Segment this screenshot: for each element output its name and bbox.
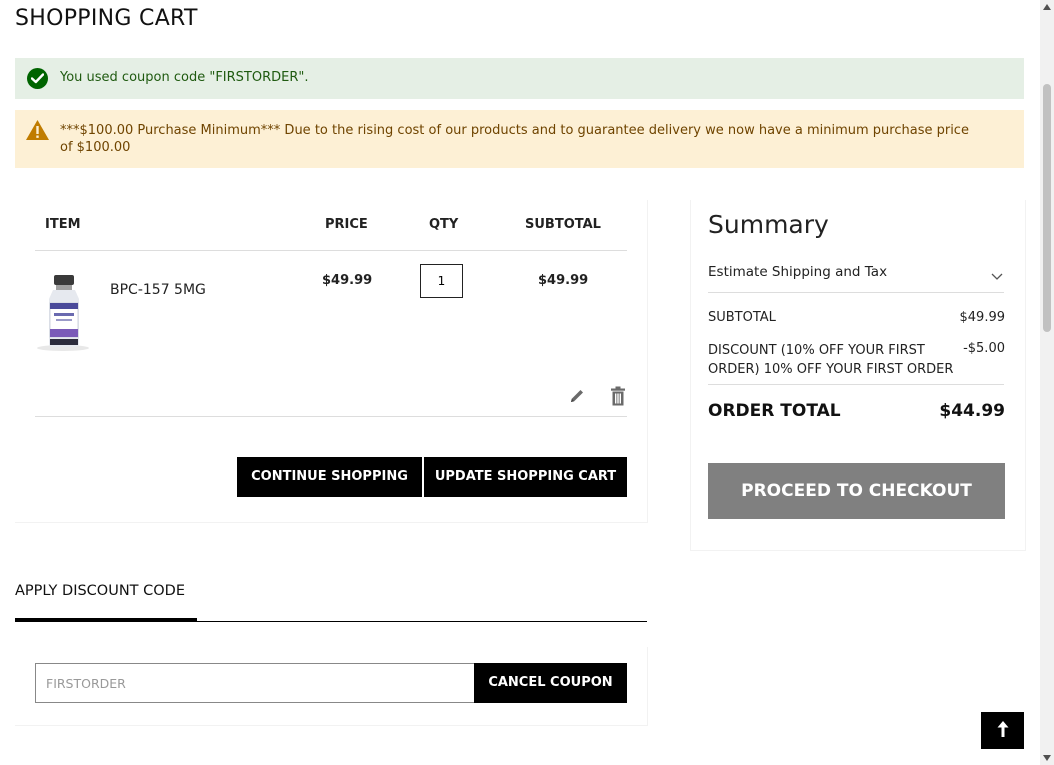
scrollbar[interactable] [1040,0,1054,765]
quantity-input[interactable] [420,264,463,298]
back-to-top-button[interactable] [981,712,1024,749]
update-cart-button[interactable]: UPDATE SHOPPING CART [424,457,627,497]
product-name-link[interactable]: BPC-157 5MG [110,282,206,298]
page: SHOPPING CART You used coupon code "FIRS… [0,0,1040,765]
discount-code-input[interactable] [35,663,475,703]
trash-icon[interactable] [610,386,626,410]
proceed-to-checkout-button[interactable]: PROCEED TO CHECKOUT [708,463,1005,519]
cancel-coupon-button[interactable]: CANCEL COUPON [474,663,627,703]
divider [35,416,627,417]
header-qty: QTY [429,217,459,232]
scrollbar-thumb[interactable] [1043,84,1051,332]
continue-shopping-button[interactable]: CONTINUE SHOPPING [237,457,422,497]
product-image[interactable] [35,273,91,351]
header-subtotal: SUBTOTAL [525,217,601,232]
divider [708,384,1004,385]
divider [708,292,1004,293]
order-summary: Summary Estimate Shipping and Tax SUBTOT… [690,200,1026,551]
item-price: $49.99 [322,273,373,288]
header-item: ITEM [45,217,81,232]
check-circle-icon [27,68,48,89]
apply-discount-tab[interactable]: APPLY DISCOUNT CODE [15,583,185,599]
summary-title: Summary [708,210,829,239]
header-price: PRICE [325,217,368,232]
warning-icon [25,119,50,145]
success-message: You used coupon code "FIRSTORDER". [15,58,1024,99]
arrow-up-icon [996,721,1010,741]
warning-message: ***$100.00 Purchase Minimum*** Due to th… [15,110,1024,168]
pencil-icon[interactable] [568,387,586,409]
page-title: SHOPPING CART [15,6,198,31]
item-subtotal: $49.99 [538,273,589,288]
estimate-shipping-toggle[interactable]: Estimate Shipping and Tax [708,264,887,280]
summary-subtotal-value: $49.99 [959,310,1006,325]
order-total-value: $44.99 [939,401,1005,421]
discount-form: CANCEL COUPON [15,647,648,726]
chevron-down-icon[interactable] [991,266,1003,285]
cart-table: ITEM PRICE QTY SUBTOTAL BPC-157 5MG $49.… [15,200,648,523]
order-total-label: ORDER TOTAL [708,401,841,421]
summary-discount-value: -$5.00 [963,341,1005,356]
divider [15,621,647,622]
success-message-text: You used coupon code "FIRSTORDER". [60,70,309,85]
scroll-up-icon[interactable] [1043,4,1051,10]
summary-discount-label: DISCOUNT (10% OFF YOUR FIRST ORDER) 10% … [708,343,954,377]
warning-message-text: ***$100.00 Purchase Minimum*** Due to th… [60,123,969,155]
scroll-down-icon[interactable] [1043,755,1051,761]
divider [35,250,627,251]
summary-subtotal-label: SUBTOTAL [708,310,776,325]
